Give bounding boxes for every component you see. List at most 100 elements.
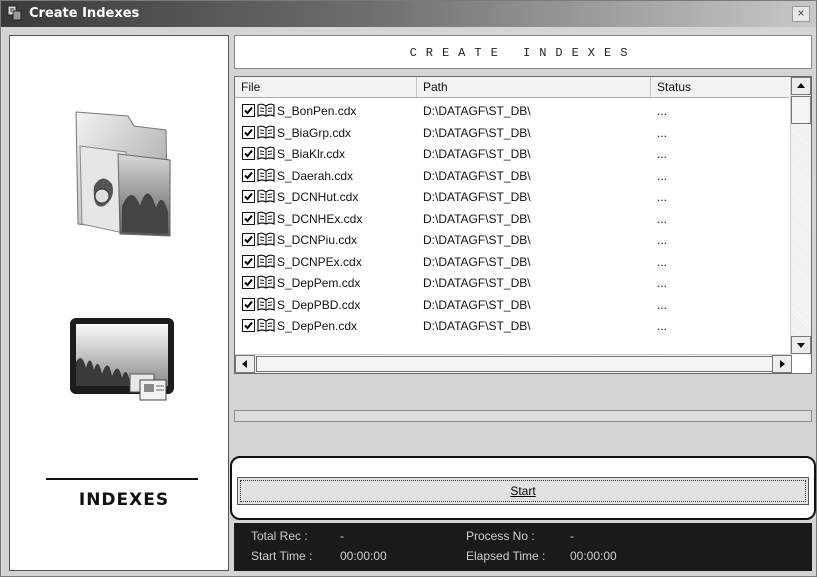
file-name-cell: S_DepPen.cdx [277, 319, 358, 333]
header-banner: CREATE INDEXES [234, 35, 812, 69]
checkbox-icon[interactable] [242, 168, 255, 182]
vertical-scroll-thumb[interactable] [791, 96, 811, 124]
scroll-left-icon[interactable] [235, 355, 255, 373]
close-icon[interactable]: × [792, 6, 810, 22]
checkbox-icon[interactable] [242, 276, 255, 289]
create-indexes-window: Create Indexes × INDEXES CREATE INDEXES … [0, 0, 817, 577]
folder-art-icon [75, 111, 171, 237]
book-icon [257, 318, 275, 332]
horizontal-scrollbar[interactable] [235, 354, 792, 373]
status-cell: ... [657, 276, 668, 290]
file-name-cell: S_DepPBD.cdx [277, 297, 361, 312]
checkbox-icon[interactable] [242, 147, 255, 160]
book-icon [257, 254, 275, 268]
file-name-cell: S_BiaGrp.cdx [277, 125, 352, 140]
horizontal-scroll-thumb[interactable] [256, 356, 774, 372]
vertical-scrollbar[interactable] [790, 77, 811, 355]
status-cell: ... [657, 125, 668, 140]
table-row[interactable]: S_Daerah.cdx D:\DATAGF\ST_DB\... [235, 166, 789, 188]
table-row[interactable]: S_BiaGrp.cdx D:\DATAGF\ST_DB\... [235, 123, 789, 145]
column-header-status[interactable]: Status [651, 77, 789, 97]
book-icon [257, 275, 275, 289]
checkbox-icon[interactable] [242, 233, 255, 246]
indexes-logo: INDEXES [78, 490, 170, 510]
book-icon [257, 232, 275, 246]
status-panel: Total Rec : - Process No : - Start Time … [234, 523, 812, 571]
status-cell: ... [657, 190, 668, 204]
scroll-up-icon[interactable] [791, 77, 811, 95]
process-no-label: Process No : [466, 529, 535, 543]
total-rec-label: Total Rec : [251, 529, 308, 543]
table-row[interactable]: S_BonPen.cdx D:\DATAGF\ST_DB\... [235, 101, 789, 123]
path-cell: D:\DATAGF\ST_DB\ [423, 319, 531, 333]
scroll-right-icon[interactable] [772, 355, 792, 373]
column-header-file[interactable]: File [235, 77, 417, 97]
file-name-cell: S_DCNHEx.cdx [277, 211, 363, 226]
page-title: CREATE INDEXES [409, 46, 637, 60]
window-title: Create Indexes [29, 6, 140, 21]
table-row[interactable]: S_DCNHut.cdx D:\DATAGF\ST_DB\... [235, 187, 789, 209]
book-icon [257, 146, 275, 160]
process-no-value: - [570, 529, 574, 543]
side-art-panel: INDEXES [9, 35, 229, 571]
start-button[interactable]: Start [237, 477, 809, 505]
path-cell: D:\DATAGF\ST_DB\ [423, 125, 531, 140]
status-cell: ... [657, 319, 668, 333]
table-row[interactable]: S_DepPen.cdx D:\DATAGF\ST_DB\... [235, 316, 789, 338]
path-cell: D:\DATAGF\ST_DB\ [423, 147, 531, 161]
file-name-cell: S_Daerah.cdx [277, 168, 354, 183]
list-header: File Path Status [235, 77, 789, 98]
table-row[interactable]: S_DCNPEx.cdx D:\DATAGF\ST_DB\... [235, 252, 789, 274]
checkbox-icon[interactable] [242, 319, 255, 332]
app-icon [7, 5, 22, 21]
checkbox-icon[interactable] [242, 211, 255, 225]
table-row[interactable]: S_DCNHEx.cdx D:\DATAGF\ST_DB\... [235, 209, 789, 231]
book-icon [257, 211, 275, 225]
checkbox-icon[interactable] [242, 104, 255, 117]
start-time-value: 00:00:00 [340, 549, 387, 563]
total-rec-value: - [340, 529, 344, 543]
book-icon [257, 125, 275, 139]
checkbox-icon[interactable] [242, 297, 255, 311]
elapsed-time-label: Elapsed Time : [466, 549, 546, 563]
status-cell: ... [657, 211, 668, 226]
path-cell: D:\DATAGF\ST_DB\ [423, 190, 531, 204]
index-file-list[interactable]: File Path Status S_BonPen.cdx D:\DATAGF\S… [234, 76, 812, 374]
status-cell: ... [657, 297, 668, 312]
logo-divider [46, 478, 198, 480]
path-cell: D:\DATAGF\ST_DB\ [423, 254, 531, 269]
status-cell: ... [657, 147, 668, 161]
book-icon [257, 297, 275, 311]
book-icon [257, 168, 275, 182]
path-cell: D:\DATAGF\ST_DB\ [423, 297, 531, 312]
elapsed-time-value: 00:00:00 [570, 549, 617, 563]
status-cell: ... [657, 104, 668, 118]
path-cell: D:\DATAGF\ST_DB\ [423, 233, 531, 247]
path-cell: D:\DATAGF\ST_DB\ [423, 276, 531, 290]
checkbox-icon[interactable] [242, 125, 255, 139]
path-cell: D:\DATAGF\ST_DB\ [423, 168, 531, 183]
path-cell: D:\DATAGF\ST_DB\ [423, 104, 531, 118]
table-row[interactable]: S_BiaKlr.cdx D:\DATAGF\ST_DB\... [235, 144, 789, 166]
file-name-cell: S_BonPen.cdx [277, 104, 357, 118]
file-name-cell: S_BiaKlr.cdx [277, 147, 346, 161]
scroll-down-icon[interactable] [791, 336, 811, 354]
table-row[interactable]: S_DCNPiu.cdx D:\DATAGF\ST_DB\... [235, 230, 789, 252]
start-time-label: Start Time : [251, 549, 313, 563]
file-name-cell: S_DCNPiu.cdx [277, 233, 358, 247]
file-name-cell: S_DepPem.cdx [277, 276, 361, 290]
checkbox-icon[interactable] [242, 254, 255, 268]
book-icon [257, 103, 275, 117]
column-header-path[interactable]: Path [417, 77, 651, 97]
checkbox-icon[interactable] [242, 190, 255, 203]
status-cell: ... [657, 168, 668, 183]
progress-bar [234, 410, 812, 422]
table-row[interactable]: S_DepPem.cdx D:\DATAGF\ST_DB\... [235, 273, 789, 295]
table-row[interactable]: S_DepPBD.cdx D:\DATAGF\ST_DB\... [235, 295, 789, 317]
book-icon [257, 189, 275, 203]
title-bar[interactable]: Create Indexes × [1, 1, 816, 27]
file-name-cell: S_DCNPEx.cdx [277, 254, 362, 269]
status-cell: ... [657, 233, 668, 247]
picture-frame-art-icon [70, 318, 174, 401]
list-rows: S_BonPen.cdx D:\DATAGF\ST_DB\... S_BiaGrp.… [235, 101, 789, 338]
